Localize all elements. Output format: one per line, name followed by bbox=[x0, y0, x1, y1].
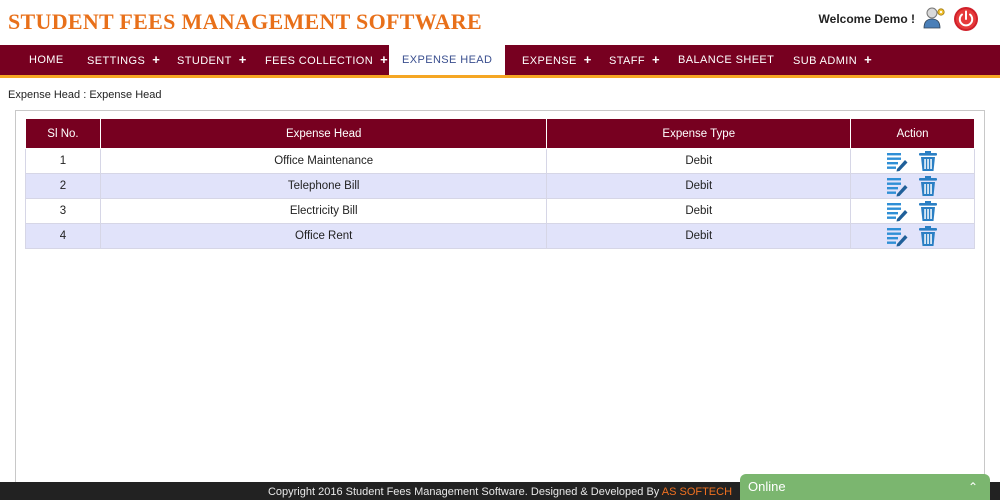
main-nav: HOME SETTINGS + STUDENT + FEES COLLECTION +… bbox=[0, 45, 1000, 77]
delete-trash-icon[interactable] bbox=[917, 175, 939, 197]
expense-head-panel: Sl No. Expense Head Expense Type Action … bbox=[15, 110, 985, 485]
app-header: STUDENT FEES MANAGEMENT SOFTWARE Welcome… bbox=[0, 0, 1000, 45]
delete-trash-icon[interactable] bbox=[917, 200, 939, 222]
nav-label: FEES COLLECTION bbox=[265, 55, 374, 67]
nav-underline bbox=[0, 75, 1000, 78]
nav-expense-head[interactable]: EXPENSE HEAD bbox=[389, 45, 506, 77]
nav-label: EXPENSE HEAD bbox=[402, 54, 493, 66]
expand-plus-icon[interactable]: + bbox=[152, 52, 160, 67]
expense-head-table: Sl No. Expense Head Expense Type Action … bbox=[25, 118, 975, 249]
edit-icon[interactable] bbox=[886, 150, 908, 172]
column-header-action: Action bbox=[850, 118, 975, 149]
user-settings-icon[interactable] bbox=[922, 6, 946, 32]
cell-expense-head: Electricity Bill bbox=[99, 198, 548, 224]
nav-settings[interactable]: SETTINGS + bbox=[87, 45, 160, 75]
cell-sl-no: 3 bbox=[25, 198, 101, 224]
nav-label: SUB ADMIN bbox=[793, 55, 858, 67]
expand-plus-icon[interactable]: + bbox=[239, 52, 247, 67]
expand-plus-icon[interactable]: + bbox=[652, 52, 660, 67]
cell-expense-head: Office Rent bbox=[99, 223, 548, 249]
nav-label: STAFF bbox=[609, 55, 646, 67]
breadcrumb: Expense Head : Expense Head bbox=[8, 89, 162, 101]
table-row: 4 Office Rent Debit bbox=[25, 223, 975, 249]
delete-trash-icon[interactable] bbox=[917, 150, 939, 172]
edit-icon[interactable] bbox=[886, 175, 908, 197]
table-row: 1 Office Maintenance Debit bbox=[25, 148, 975, 174]
nav-balance-sheet[interactable]: BALANCE SHEET bbox=[678, 45, 774, 75]
footer-developer-link[interactable]: AS SOFTECH bbox=[662, 486, 732, 498]
cell-expense-type: Debit bbox=[546, 173, 852, 199]
chat-status-label: Online bbox=[748, 479, 786, 494]
cell-sl-no: 2 bbox=[25, 173, 101, 199]
nav-student[interactable]: STUDENT + bbox=[177, 45, 247, 75]
footer-copyright: Copyright 2016 Student Fees Management S… bbox=[267, 486, 662, 498]
cell-action bbox=[850, 198, 975, 224]
nav-label: BALANCE SHEET bbox=[678, 54, 775, 66]
edit-icon[interactable] bbox=[886, 225, 908, 247]
cell-expense-type: Debit bbox=[546, 148, 852, 174]
table-header-row: Sl No. Expense Head Expense Type Action bbox=[25, 118, 975, 149]
nav-expense[interactable]: EXPENSE + bbox=[522, 45, 592, 75]
expand-plus-icon[interactable]: + bbox=[380, 52, 388, 67]
cell-expense-head: Telephone Bill bbox=[99, 173, 548, 199]
edit-icon[interactable] bbox=[886, 200, 908, 222]
cell-expense-type: Debit bbox=[546, 198, 852, 224]
nav-label: HOME bbox=[29, 54, 64, 66]
expand-plus-icon[interactable]: + bbox=[584, 52, 592, 67]
logout-power-icon[interactable] bbox=[953, 6, 979, 32]
cell-sl-no: 4 bbox=[25, 223, 101, 249]
column-header-sl-no: Sl No. bbox=[25, 118, 101, 149]
nav-label: EXPENSE bbox=[522, 55, 577, 67]
cell-sl-no: 1 bbox=[25, 148, 101, 174]
app-title: STUDENT FEES MANAGEMENT SOFTWARE bbox=[8, 9, 482, 34]
welcome-text: Welcome Demo ! bbox=[818, 12, 915, 26]
nav-staff[interactable]: STAFF + bbox=[609, 45, 660, 75]
nav-label: SETTINGS bbox=[87, 55, 146, 67]
nav-label: STUDENT bbox=[177, 55, 232, 67]
table-row: 3 Electricity Bill Debit bbox=[25, 198, 975, 224]
cell-action bbox=[850, 223, 975, 249]
column-header-expense-type: Expense Type bbox=[546, 118, 852, 149]
table-row: 2 Telephone Bill Debit bbox=[25, 173, 975, 199]
nav-home[interactable]: HOME bbox=[29, 45, 64, 75]
delete-trash-icon[interactable] bbox=[917, 225, 939, 247]
chevron-up-icon[interactable]: ⌃ bbox=[968, 474, 978, 500]
column-header-expense-head: Expense Head bbox=[99, 118, 548, 149]
cell-action bbox=[850, 148, 975, 174]
cell-action bbox=[850, 173, 975, 199]
nav-sub-admin[interactable]: SUB ADMIN + bbox=[793, 45, 872, 75]
cell-expense-head: Office Maintenance bbox=[99, 148, 548, 174]
cell-expense-type: Debit bbox=[546, 223, 852, 249]
nav-fees-collection[interactable]: FEES COLLECTION + bbox=[265, 45, 388, 75]
expand-plus-icon[interactable]: + bbox=[864, 52, 872, 67]
online-chat-widget[interactable]: Online ⌃ bbox=[740, 474, 990, 500]
